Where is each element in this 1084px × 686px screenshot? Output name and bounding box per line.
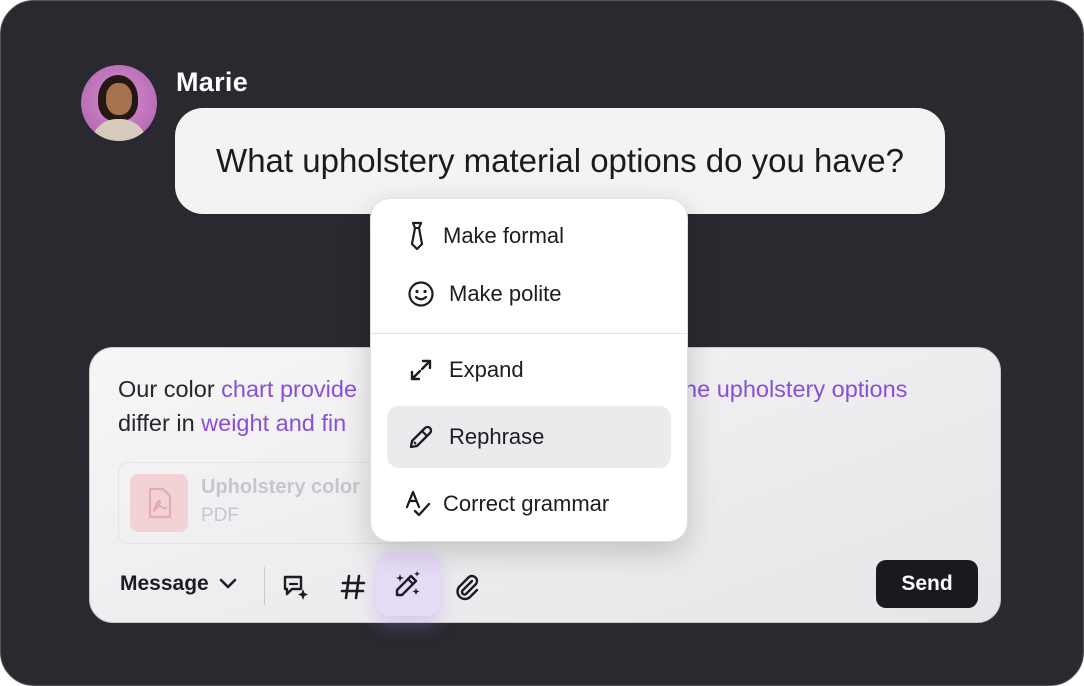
composer-highlighted-segment: chart provide (221, 376, 358, 402)
send-button[interactable]: Send (876, 560, 978, 608)
composer-text-segment: Our color (118, 376, 222, 402)
composer-highlighted-segment: . The upholstery options (657, 376, 908, 402)
hashtag-icon[interactable] (333, 567, 373, 607)
menu-item-label: Make polite (449, 281, 562, 306)
expand-arrows-icon (399, 348, 443, 392)
menu-item-label: Expand (449, 357, 524, 382)
chat-sparkle-icon[interactable] (276, 567, 316, 607)
menu-separator (371, 333, 687, 334)
menu-item-label: Rephrase (449, 424, 545, 449)
message-text: What upholstery material options do you … (216, 142, 904, 179)
user-avatar (81, 65, 157, 141)
pencil-icon (399, 415, 443, 459)
menu-item-expand[interactable]: Expand (387, 339, 671, 401)
attachment-name: Upholstery color (201, 476, 360, 498)
smiley-icon (399, 272, 443, 316)
message-author: Marie (176, 67, 249, 97)
chat-window: Marie What upholstery material options d… (0, 0, 1084, 686)
ai-rewrite-menu: Make formal Make polite Expand Rephrase … (370, 198, 688, 542)
composer-text-segment: differ in (118, 410, 202, 436)
menu-item-make-polite[interactable]: Make polite (387, 263, 671, 325)
necktie-icon (395, 214, 439, 258)
attachment-type: PDF (201, 505, 239, 526)
message-mode-label: Message (120, 572, 209, 595)
menu-item-correct-grammar[interactable]: Correct grammar (387, 473, 671, 535)
grammar-check-icon (395, 482, 439, 526)
pdf-file-icon (130, 474, 188, 532)
magic-wand-icon[interactable] (376, 552, 440, 616)
menu-item-label: Correct grammar (443, 491, 610, 516)
menu-item-make-formal[interactable]: Make formal (387, 205, 671, 267)
paperclip-icon[interactable] (447, 567, 487, 607)
menu-item-label: Make formal (443, 223, 565, 248)
toolbar-divider (264, 567, 265, 605)
chevron-down-icon (219, 572, 237, 596)
menu-item-rephrase[interactable]: Rephrase (387, 406, 671, 468)
message-mode-dropdown[interactable]: Message (120, 572, 237, 596)
composer-highlighted-segment: weight and fin (201, 410, 347, 436)
